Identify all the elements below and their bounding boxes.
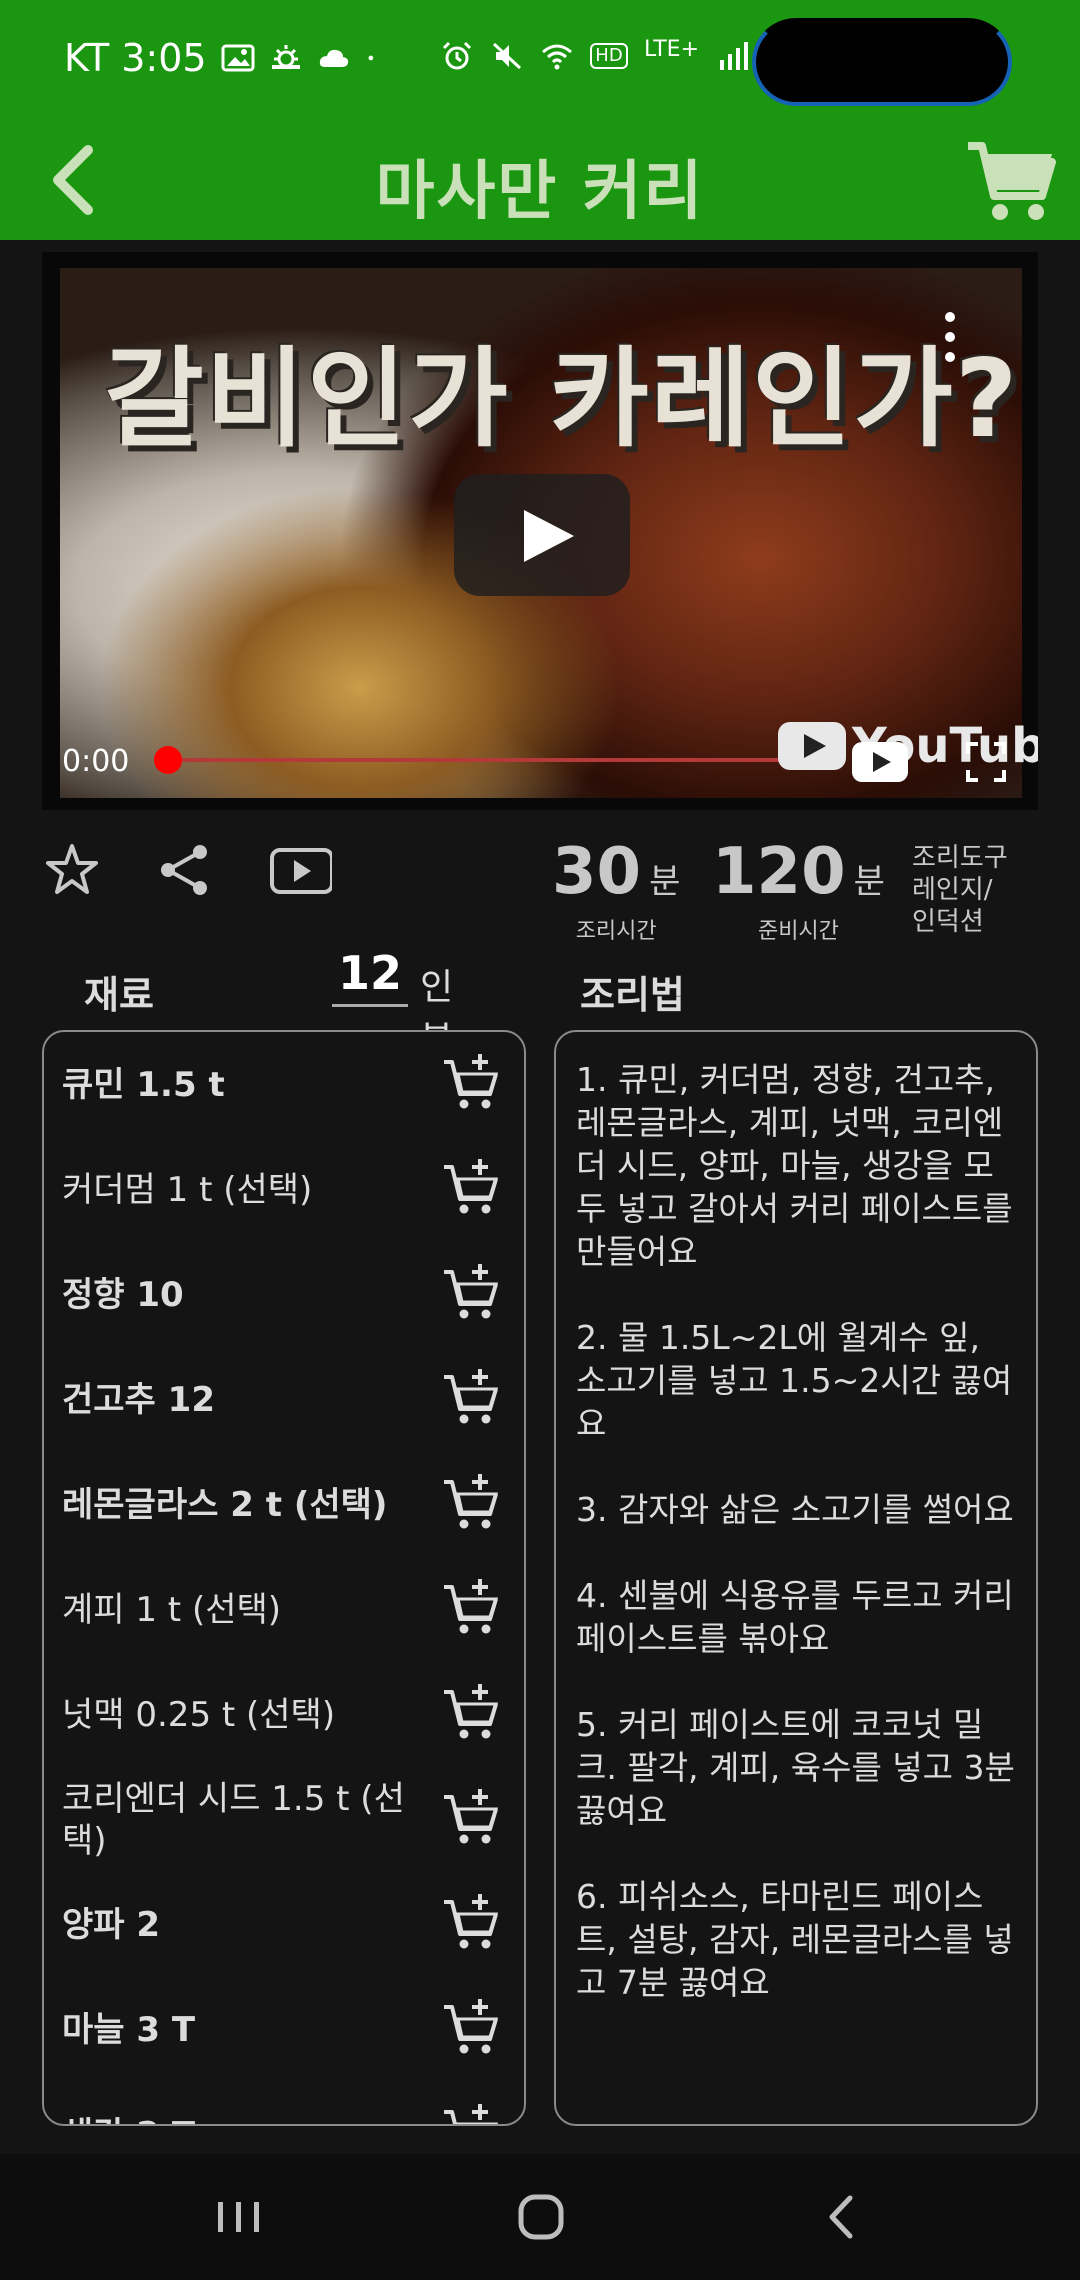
ingredients-list: 큐민 1.5 t 커더멈 1 t (선택) 정향 10 건고추 12 레몬글라스 2 t… [44,1032,524,2126]
video-time: 0:00 [62,744,130,779]
ingredients-panel[interactable]: 큐민 1.5 t 커더멈 1 t (선택) 정향 10 건고추 12 레몬글라스 2 t… [42,1030,526,2126]
video-overlay-text: 갈비인가 카레인가? [104,337,1020,462]
recipe-step: 4. 센불에 식용유를 두르고 커리페이스트를 볶아요 [576,1576,1014,1658]
cook-time-label: 조리시간 [575,919,657,944]
youtube-icon[interactable] [266,840,332,900]
ingredient-label: 마늘 3 T [62,2009,196,2050]
add-to-cart-icon[interactable] [440,1577,502,1639]
recipe-step: 2. 물 1.5L~2L에 월계수 잎, 소고기를 넣고 1.5~2시간 끓여요 [576,1318,1013,1443]
ingredient-item[interactable]: 레몬글라스 2 t (선택) [44,1452,524,1557]
play-button[interactable] [454,474,630,596]
status-bar: KT 3:05 HD LTE+ [0,0,1080,120]
recipe-step: 3. 감자와 삶은 소고기를 썰어요 [576,1490,1014,1529]
recipe-steps: 1. 큐민, 커더멈, 정향, 건고추, 레몬글라스, 계피, 넛맥, 코리엔더… [556,1032,1036,2004]
add-to-cart-icon[interactable] [440,1157,502,1219]
cooking-tools-value-1: 레인지/ [912,875,993,905]
mute-icon [492,42,522,70]
prep-time-label: 준비시간 [757,919,839,944]
prep-time-unit: 분 [853,862,885,902]
recipe-header: 조리법 [580,973,685,1017]
cook-time-value: 30 [552,835,642,909]
youtube-button-icon[interactable] [852,742,908,782]
video-progress-bar[interactable] [164,758,804,762]
add-to-cart-icon[interactable] [440,1262,502,1324]
ingredient-label: 코리엔더 시드 1.5 t (선택) [62,1778,405,1861]
ingredient-item[interactable]: 계피 1 t (선택) [44,1557,524,1662]
system-nav-bar [0,2154,1080,2280]
add-to-cart-icon[interactable] [440,1367,502,1429]
cooking-tools-value-2: 인덕션 [912,907,984,937]
video-progress-knob[interactable] [154,746,182,774]
dot-icon [368,55,373,61]
servings-value[interactable]: 12 [332,946,408,1007]
signal-icon [720,42,748,70]
ingredient-label: 양파 2 [62,1904,161,1945]
prep-time: 120 분 준비시간 [712,835,885,945]
add-to-cart-icon[interactable] [440,1787,502,1849]
status-right: HD LTE+ [440,37,788,72]
fullscreen-icon[interactable] [966,742,1006,782]
youtube-logo-icon [778,722,846,770]
ingredient-item[interactable]: 큐민 1.5 t [44,1032,524,1137]
ingredient-label: 건고추 12 [62,1379,215,1420]
recipe-panel[interactable]: 1. 큐민, 커더멈, 정향, 건고추, 레몬글라스, 계피, 넛맥, 코리엔더… [554,1030,1038,2126]
cooking-tools-label: 조리도구 [912,843,1008,873]
app-bar: 마사만 커리 [0,120,1080,240]
ingredient-label: 생강 2 T [62,2114,195,2125]
add-to-cart-icon[interactable] [440,1052,502,1114]
recipe-step: 5. 커리 페이스트에 코코넛 밀크. 팔각, 계피, 육수를 넣고 3분 끓여… [576,1705,1015,1830]
star-icon[interactable] [42,840,102,900]
ingredients-header: 재료 [84,973,154,1017]
ingredient-item[interactable]: 마늘 3 T [44,1977,524,2082]
ingredient-label: 레몬글라스 2 t (선택) [62,1484,388,1525]
action-row [42,835,332,905]
ingredient-label: 넛맥 0.25 t (선택) [62,1694,336,1735]
video-player[interactable]: 갈비인가 카레인가? 0:00 YouTube [42,252,1038,810]
cook-time: 30 분 조리시간 [552,835,680,945]
recipe-step: 1. 큐민, 커더멈, 정향, 건고추, 레몬글라스, 계피, 넛맥, 코리엔더… [576,1060,1013,1271]
cook-time-unit: 분 [649,862,681,902]
page-title: 마사만 커리 [375,155,705,229]
recents-icon[interactable] [204,2184,274,2250]
ingredient-item[interactable]: 코리엔더 시드 1.5 t (선택) [44,1767,524,1872]
servings-selector[interactable]: 12 인분 [332,946,482,1060]
ingredient-label: 큐민 1.5 t [62,1064,225,1105]
camera-cutout [752,18,1012,106]
gallery-icon [221,44,255,72]
ingredient-item[interactable]: 양파 2 [44,1872,524,1977]
nav-back-icon[interactable] [806,2184,876,2250]
lte-icon: LTE+ [644,37,699,62]
ingredient-item[interactable]: 커더멈 1 t (선택) [44,1137,524,1242]
ingredient-item[interactable]: 건고추 12 [44,1347,524,1452]
add-to-cart-icon[interactable] [440,1682,502,1744]
ingredient-item[interactable]: 정향 10 [44,1242,524,1347]
add-to-cart-icon[interactable] [440,1997,502,2059]
ingredient-label: 계피 1 t (선택) [62,1589,282,1630]
add-to-cart-icon[interactable] [440,1892,502,1954]
ingredient-label: 커더멈 1 t (선택) [62,1169,313,1210]
weather-icon [271,45,300,69]
cart-icon[interactable] [960,130,1060,230]
ingredient-item[interactable]: 넛맥 0.25 t (선택) [44,1662,524,1767]
wifi-icon [542,44,572,70]
cooking-tools: 조리도구 레인지/ 인덕션 [912,842,1008,938]
ingredient-label: 정향 10 [62,1274,184,1315]
hd-icon: HD [590,43,628,69]
video-menu-icon[interactable] [940,312,960,372]
add-to-cart-icon[interactable] [440,2102,502,2126]
cloud-icon [319,49,348,67]
carrier-time: KT 3:05 [64,36,207,80]
add-to-cart-icon[interactable] [440,1472,502,1534]
home-icon[interactable] [506,2184,576,2250]
recipe-step: 6. 피쉬소스, 타마린드 페이스트, 설탕, 감자, 레몬글라스를 넣고 7분… [576,1877,1014,2002]
status-left: KT 3:05 [64,36,385,80]
share-icon[interactable] [154,840,214,900]
ingredient-item[interactable]: 생강 2 T [44,2082,524,2126]
prep-time-value: 120 [712,835,846,909]
alarm-icon [442,41,472,70]
